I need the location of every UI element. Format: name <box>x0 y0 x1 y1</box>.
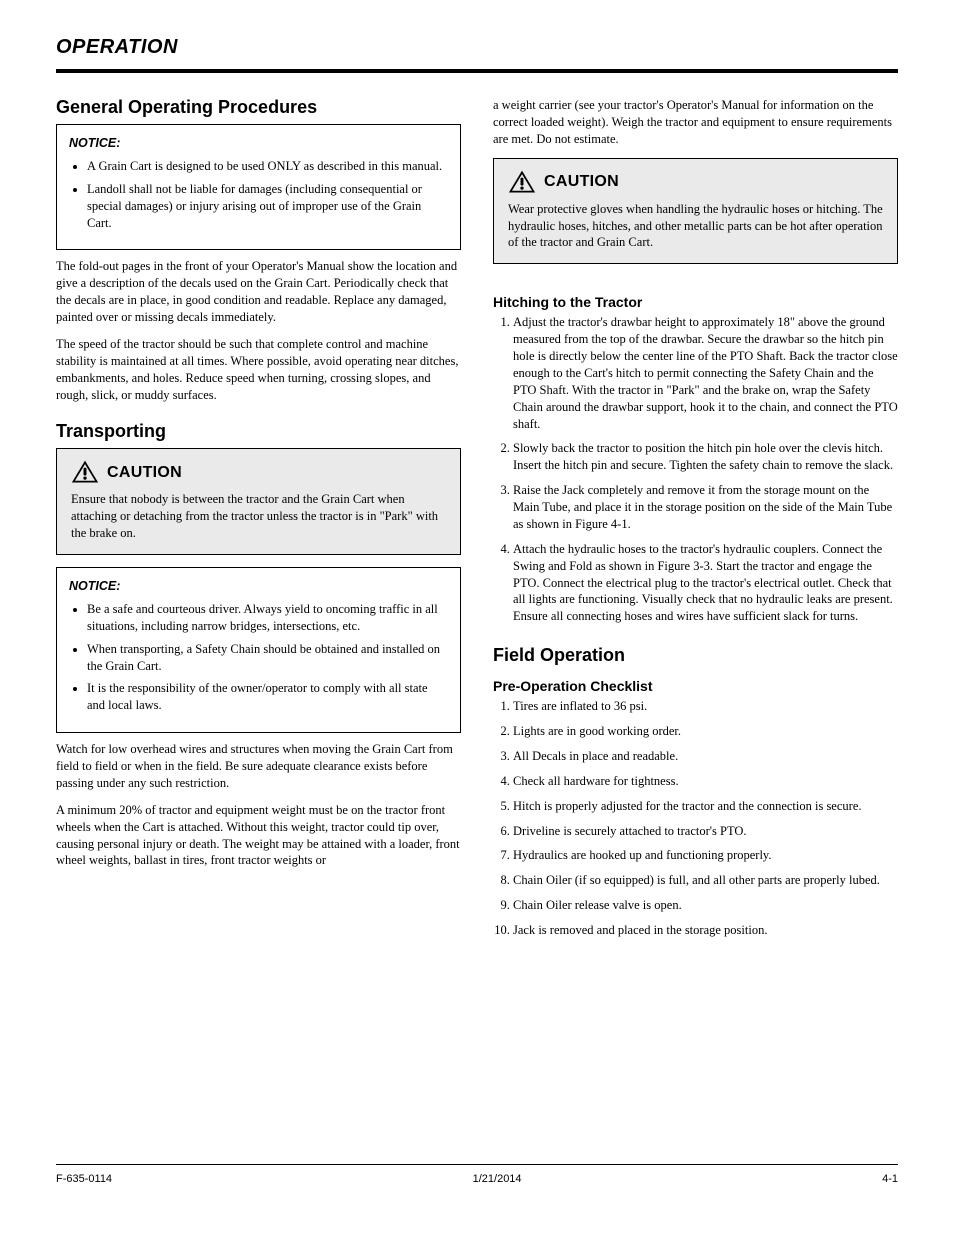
step-item: Slowly back the tractor to position the … <box>513 440 898 474</box>
preop-item: Chain Oiler release valve is open. <box>513 897 898 914</box>
step-item: Raise the Jack completely and remove it … <box>513 482 898 533</box>
section-title: OPERATION <box>56 36 898 59</box>
list-item: When transporting, a Safety Chain should… <box>87 641 448 675</box>
notice-box-1: NOTICE: A Grain Cart is designed to be u… <box>56 124 461 250</box>
preop-item: Check all hardware for tightness. <box>513 773 898 790</box>
caution-box-2: CAUTION Wear protective gloves when hand… <box>493 158 898 265</box>
list-item: Landoll shall not be liable for damages … <box>87 181 448 232</box>
left-column: General Operating Procedures NOTICE: A G… <box>56 97 461 947</box>
footer-center: 1/21/2014 <box>473 1173 522 1185</box>
caution-header: CAUTION <box>508 169 883 195</box>
notice2-title: NOTICE: <box>69 579 120 593</box>
right-column: a weight carrier (see your tractor's Ope… <box>493 97 898 947</box>
paragraph: a weight carrier (see your tractor's Ope… <box>493 97 898 148</box>
notice-box-2: NOTICE: Be a safe and courteous driver. … <box>56 567 461 733</box>
hitching-steps: Adjust the tractor's drawbar height to a… <box>493 314 898 633</box>
paragraph: A minimum 20% of tractor and equipment w… <box>56 802 461 870</box>
general-heading: General Operating Procedures <box>56 97 461 118</box>
preop-item: Chain Oiler (if so equipped) is full, an… <box>513 872 898 889</box>
preop-item: All Decals in place and readable. <box>513 748 898 765</box>
warning-icon <box>508 169 536 195</box>
paragraph: The fold-out pages in the front of your … <box>56 258 461 326</box>
preop-item: Driveline is securely attached to tracto… <box>513 823 898 840</box>
caution2-label: CAUTION <box>544 171 619 193</box>
list-item: It is the responsibility of the owner/op… <box>87 680 448 714</box>
footer-rule <box>56 1164 898 1165</box>
field-heading: Field Operation <box>493 645 898 666</box>
paragraph: The speed of the tractor should be such … <box>56 336 461 404</box>
caution1-text: Ensure that nobody is between the tracto… <box>71 491 446 542</box>
footer-left: F-635-0114 <box>56 1173 112 1185</box>
preop-item: Hitch is properly adjusted for the tract… <box>513 798 898 815</box>
step-item: Adjust the tractor's drawbar height to a… <box>513 314 898 432</box>
caution-header: CAUTION <box>71 459 446 485</box>
caution1-label: CAUTION <box>107 462 182 484</box>
step-item: Attach the hydraulic hoses to the tracto… <box>513 541 898 625</box>
caution-box-1: CAUTION Ensure that nobody is between th… <box>56 448 461 555</box>
page-footer: F-635-0114 1/21/2014 4-1 <box>56 1164 898 1185</box>
caution2-text: Wear protective gloves when handling the… <box>508 201 883 252</box>
preop-heading: Pre-Operation Checklist <box>493 678 898 694</box>
list-item: Be a safe and courteous driver. Always y… <box>87 601 448 635</box>
paragraph: Watch for low overhead wires and structu… <box>56 741 461 792</box>
preop-list: Tires are inflated to 36 psi. Lights are… <box>493 698 898 947</box>
warning-icon <box>71 459 99 485</box>
hitching-heading: Hitching to the Tractor <box>493 294 898 310</box>
content-columns: General Operating Procedures NOTICE: A G… <box>56 97 898 947</box>
preop-item: Lights are in good working order. <box>513 723 898 740</box>
transporting-heading: Transporting <box>56 421 461 442</box>
preop-item: Jack is removed and placed in the storag… <box>513 922 898 939</box>
preop-item: Hydraulics are hooked up and functioning… <box>513 847 898 864</box>
notice1-title: NOTICE: <box>69 136 120 150</box>
footer-row: F-635-0114 1/21/2014 4-1 <box>56 1173 898 1185</box>
header-rule <box>56 69 898 73</box>
footer-right: 4-1 <box>882 1173 898 1185</box>
notice1-list: A Grain Cart is designed to be used ONLY… <box>69 158 448 232</box>
page: OPERATION General Operating Procedures N… <box>0 0 954 1235</box>
notice2-list: Be a safe and courteous driver. Always y… <box>69 601 448 714</box>
preop-item: Tires are inflated to 36 psi. <box>513 698 898 715</box>
list-item: A Grain Cart is designed to be used ONLY… <box>87 158 448 175</box>
